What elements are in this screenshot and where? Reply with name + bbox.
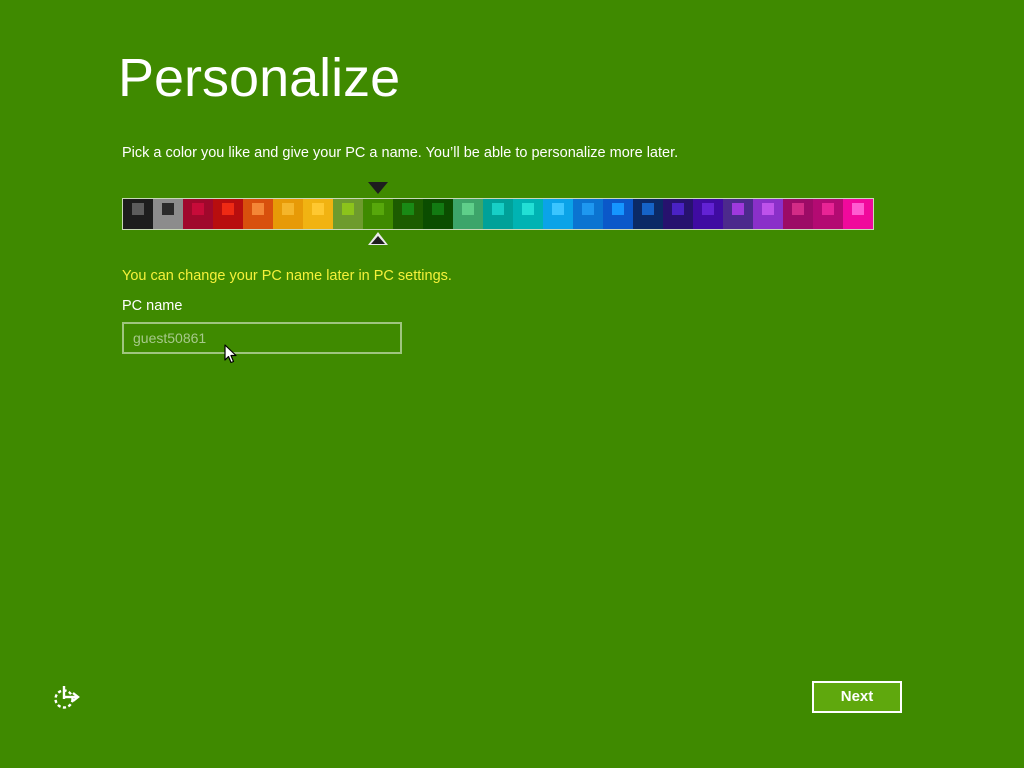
color-swatch-accent [162, 203, 174, 215]
color-swatch[interactable] [783, 199, 813, 229]
color-swatch-accent [552, 203, 564, 215]
color-swatch-accent [792, 203, 804, 215]
pc-name-input[interactable] [122, 322, 402, 354]
color-swatch[interactable] [603, 199, 633, 229]
color-swatch[interactable] [843, 199, 873, 229]
color-swatch[interactable] [693, 199, 723, 229]
color-swatch[interactable] [333, 199, 363, 229]
ease-of-access-icon[interactable] [52, 684, 80, 710]
color-swatch[interactable] [753, 199, 783, 229]
color-swatch[interactable] [813, 199, 843, 229]
pc-name-hint: You can change your PC name later in PC … [122, 268, 452, 284]
color-swatch[interactable] [393, 199, 423, 229]
color-swatch-accent [192, 203, 204, 215]
color-swatch-accent [582, 203, 594, 215]
color-swatch[interactable] [423, 199, 453, 229]
page-title: Personalize [118, 48, 401, 108]
color-swatch[interactable] [663, 199, 693, 229]
color-swatch[interactable] [183, 199, 213, 229]
color-swatch-accent [492, 203, 504, 215]
color-swatch-accent [702, 203, 714, 215]
color-swatch[interactable] [453, 199, 483, 229]
color-swatch-accent [732, 203, 744, 215]
color-swatch[interactable] [573, 199, 603, 229]
color-slider-handle-inner [371, 236, 385, 244]
color-swatch-accent [282, 203, 294, 215]
color-swatch-accent [432, 203, 444, 215]
next-button[interactable]: Next [812, 681, 902, 713]
color-swatch-accent [822, 203, 834, 215]
color-swatch[interactable] [123, 199, 153, 229]
color-swatch-accent [342, 203, 354, 215]
color-swatch-accent [642, 203, 654, 215]
color-swatch-accent [462, 203, 474, 215]
color-swatch-accent [672, 203, 684, 215]
color-swatch[interactable] [243, 199, 273, 229]
color-swatch[interactable] [273, 199, 303, 229]
selected-color-marker-top [368, 182, 388, 194]
color-swatch-accent [372, 203, 384, 215]
color-swatch-accent [612, 203, 624, 215]
color-swatch-accent [852, 203, 864, 215]
color-swatch[interactable] [213, 199, 243, 229]
color-swatch-accent [252, 203, 264, 215]
color-swatch[interactable] [543, 199, 573, 229]
color-swatch[interactable] [303, 199, 333, 229]
color-swatch-accent [222, 203, 234, 215]
color-swatch-accent [312, 203, 324, 215]
color-swatch-accent [402, 203, 414, 215]
color-swatch[interactable] [633, 199, 663, 229]
color-swatch[interactable] [153, 199, 183, 229]
color-swatch[interactable] [363, 199, 393, 229]
color-swatch-accent [762, 203, 774, 215]
mouse-pointer-icon [224, 344, 237, 364]
color-swatch[interactable] [483, 199, 513, 229]
instruction-text: Pick a color you like and give your PC a… [122, 145, 679, 161]
color-swatch[interactable] [513, 199, 543, 229]
color-swatch-accent [522, 203, 534, 215]
color-swatch[interactable] [723, 199, 753, 229]
pc-name-label: PC name [122, 298, 183, 314]
color-palette [122, 198, 874, 230]
color-swatch-accent [132, 203, 144, 215]
